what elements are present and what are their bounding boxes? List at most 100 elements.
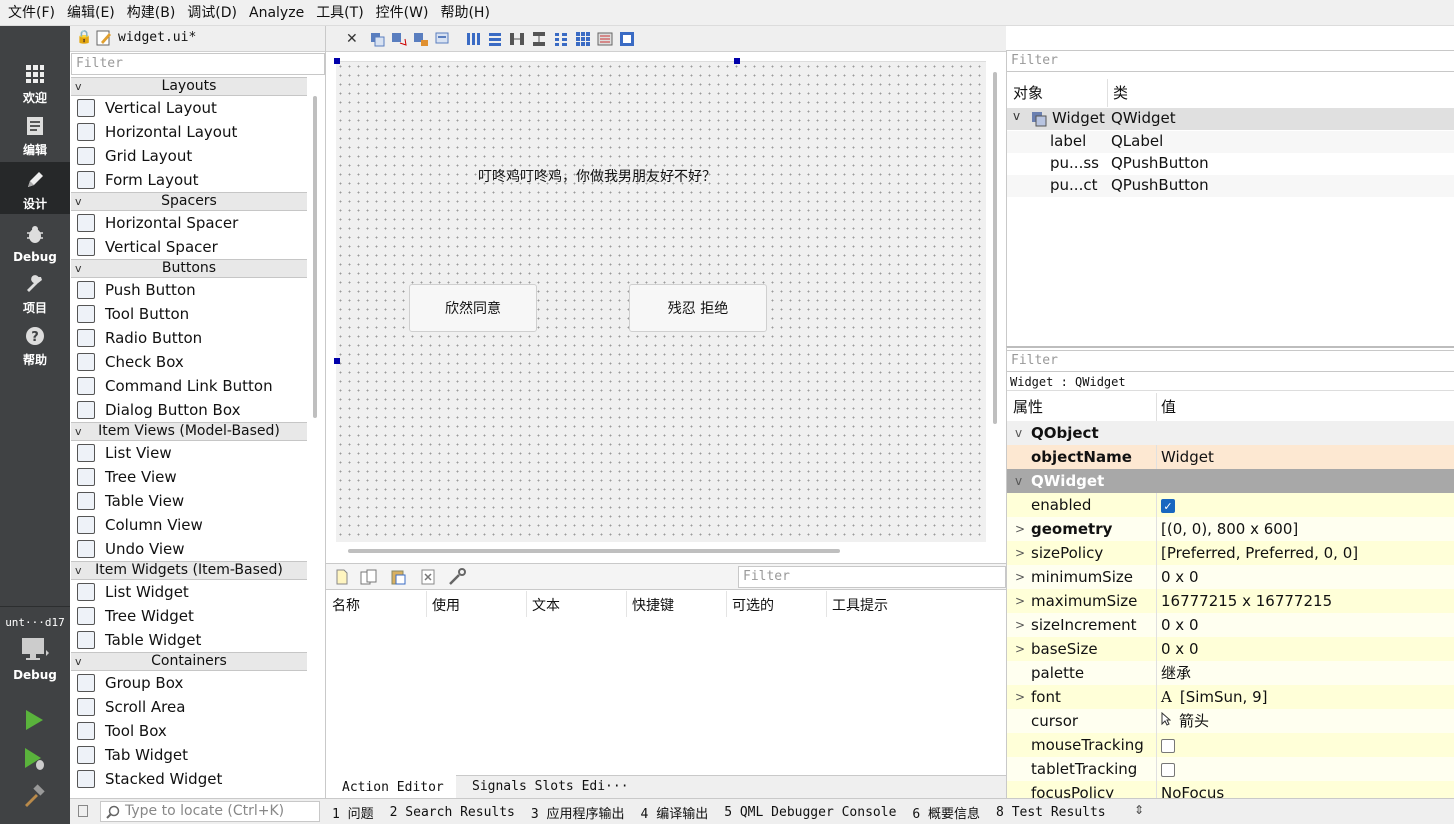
output-pane-button[interactable]: 2 Search Results bbox=[390, 805, 515, 820]
chevron-right-icon[interactable]: > bbox=[1015, 613, 1025, 637]
new-action-icon[interactable] bbox=[334, 569, 350, 585]
layout-form-icon[interactable] bbox=[553, 31, 569, 47]
menu-tools[interactable]: 工具(T) bbox=[310, 0, 369, 26]
widget-category-header[interactable]: v Containers bbox=[71, 652, 307, 671]
tree-row-widget[interactable]: v Widget QWidget bbox=[1007, 108, 1454, 130]
mode-design[interactable]: 设计 bbox=[0, 162, 70, 214]
output-pane-button[interactable]: 3 应用程序输出 bbox=[531, 803, 625, 822]
build-button[interactable] bbox=[22, 784, 46, 808]
tree-row-pushbutton[interactable]: pu...ct QPushButton bbox=[1007, 175, 1454, 197]
property-value[interactable]: [(0, 0), 800 x 600] bbox=[1161, 517, 1298, 541]
property-checkbox[interactable]: ✓ bbox=[1161, 498, 1175, 513]
widget-item[interactable]: Vertical Layout bbox=[71, 96, 307, 120]
property-row[interactable]: > minimumSize 0 x 0 bbox=[1007, 565, 1454, 589]
chevron-down-icon[interactable]: v bbox=[75, 423, 82, 440]
run-button[interactable] bbox=[22, 708, 46, 732]
adjust-size-icon[interactable] bbox=[619, 31, 635, 47]
mode-help[interactable]: ? 帮助 bbox=[0, 320, 70, 370]
property-row[interactable]: > sizeIncrement 0 x 0 bbox=[1007, 613, 1454, 637]
layout-horizontal-icon[interactable] bbox=[465, 31, 481, 47]
widget-category-header[interactable]: v Item Views (Model-Based) bbox=[71, 422, 307, 441]
property-row[interactable]: tabletTracking bbox=[1007, 757, 1454, 781]
widget-item[interactable]: Tool Box bbox=[71, 719, 307, 743]
panes-menu-icon[interactable]: ⇕ bbox=[1134, 803, 1144, 817]
action-column-header[interactable]: 快捷键 bbox=[632, 595, 674, 615]
chevron-right-icon[interactable]: > bbox=[1015, 637, 1025, 661]
monitor-icon[interactable] bbox=[20, 636, 50, 664]
widget-item[interactable]: Tab Widget bbox=[71, 743, 307, 767]
chevron-down-icon[interactable]: v bbox=[75, 193, 82, 210]
configure-icon[interactable] bbox=[448, 568, 468, 586]
output-pane-button[interactable]: 8 Test Results bbox=[996, 805, 1106, 820]
widget-item[interactable]: Form Layout bbox=[71, 168, 307, 192]
chevron-right-icon[interactable]: > bbox=[1015, 589, 1025, 613]
chevron-right-icon[interactable]: > bbox=[1015, 517, 1025, 541]
edit-buddies-icon[interactable] bbox=[413, 31, 429, 47]
property-row[interactable]: focusPolicy NoFocus bbox=[1007, 781, 1454, 798]
action-column-header[interactable]: 可选的 bbox=[732, 595, 774, 615]
output-pane-button[interactable]: 1 问题 bbox=[332, 803, 374, 822]
property-row[interactable]: mouseTracking bbox=[1007, 733, 1454, 757]
tab-signals-slots[interactable]: Signals Slots Edi··· bbox=[472, 776, 652, 798]
widget-item[interactable]: Horizontal Spacer bbox=[71, 211, 307, 235]
widget-item[interactable]: Table View bbox=[71, 489, 307, 513]
widget-category-header[interactable]: v Spacers bbox=[71, 192, 307, 211]
property-row[interactable]: enabled ✓ bbox=[1007, 493, 1454, 517]
debug-run-button[interactable] bbox=[22, 746, 48, 772]
widget-item[interactable]: Horizontal Layout bbox=[71, 120, 307, 144]
property-group-header[interactable]: v QObject bbox=[1007, 421, 1454, 445]
edit-tab-order-icon[interactable] bbox=[435, 31, 451, 47]
property-row[interactable]: cursor 箭头 bbox=[1007, 709, 1454, 733]
property-value[interactable]: NoFocus bbox=[1161, 781, 1224, 798]
locator-input[interactable]: Type to locate (Ctrl+K) bbox=[100, 801, 320, 822]
output-pane-button[interactable]: 6 概要信息 bbox=[912, 803, 980, 822]
widget-item[interactable]: List View bbox=[71, 441, 307, 465]
widget-category-header[interactable]: v Buttons bbox=[71, 259, 307, 278]
widget-item[interactable]: Tree View bbox=[71, 465, 307, 489]
property-checkbox[interactable] bbox=[1161, 738, 1175, 753]
menu-build[interactable]: 构建(B) bbox=[121, 0, 182, 26]
output-pane-button[interactable]: 4 编译输出 bbox=[641, 803, 709, 822]
layout-splitter-v-icon[interactable] bbox=[531, 31, 547, 47]
editor-hscrollbar[interactable] bbox=[348, 549, 840, 553]
widget-category-header[interactable]: v Layouts bbox=[71, 77, 307, 96]
file-tab-name[interactable]: widget.ui* bbox=[118, 30, 196, 45]
chevron-right-icon[interactable]: > bbox=[1015, 685, 1025, 709]
property-value[interactable]: Widget bbox=[1161, 445, 1214, 469]
property-row[interactable]: objectName Widget bbox=[1007, 445, 1454, 469]
property-row[interactable]: > geometry [(0, 0), 800 x 600] bbox=[1007, 517, 1454, 541]
property-value[interactable]: 0 x 0 bbox=[1161, 613, 1199, 637]
property-value[interactable]: 继承 bbox=[1161, 661, 1191, 685]
form-label[interactable]: 叮咚鸡叮咚鸡，你做我男朋友好不好？ bbox=[478, 166, 716, 186]
widget-item[interactable]: Command Link Button bbox=[71, 374, 307, 398]
widget-item[interactable]: Column View bbox=[71, 513, 307, 537]
resize-handle[interactable] bbox=[334, 58, 340, 64]
mode-projects[interactable]: 项目 bbox=[0, 268, 70, 318]
action-column-header[interactable]: 文本 bbox=[532, 595, 560, 615]
widget-item[interactable]: Table Widget bbox=[71, 628, 307, 652]
property-value[interactable] bbox=[1161, 757, 1175, 781]
chevron-right-icon[interactable]: > bbox=[1015, 541, 1025, 565]
widget-item[interactable]: Dialog Button Box bbox=[71, 398, 307, 422]
chevron-down-icon[interactable]: v bbox=[1013, 109, 1020, 123]
mode-edit[interactable]: 编辑 bbox=[0, 110, 70, 160]
menu-edit[interactable]: 编辑(E) bbox=[61, 0, 121, 26]
widget-box-scrollbar[interactable] bbox=[313, 96, 317, 418]
layout-grid-icon[interactable] bbox=[575, 31, 591, 47]
tree-row-pushbutton[interactable]: pu...ss QPushButton bbox=[1007, 153, 1454, 175]
widget-item[interactable]: Undo View bbox=[71, 537, 307, 561]
property-checkbox[interactable] bbox=[1161, 762, 1175, 777]
chevron-down-icon[interactable]: v bbox=[75, 562, 82, 579]
widget-category-header[interactable]: v Item Widgets (Item-Based) bbox=[71, 561, 307, 580]
mode-welcome[interactable]: 欢迎 bbox=[0, 58, 70, 108]
menu-file[interactable]: 文件(F) bbox=[2, 0, 61, 26]
chevron-down-icon[interactable]: v bbox=[75, 653, 82, 670]
reject-push-button[interactable]: 残忍 拒绝 bbox=[629, 284, 767, 332]
edit-signals-icon[interactable] bbox=[391, 31, 407, 47]
property-row[interactable]: > baseSize 0 x 0 bbox=[1007, 637, 1454, 661]
col-value-header[interactable]: 值 bbox=[1161, 393, 1176, 421]
property-value[interactable]: A [SimSun, 9] bbox=[1161, 685, 1267, 709]
break-layout-icon[interactable] bbox=[597, 31, 613, 47]
output-pane-button[interactable]: 5 QML Debugger Console bbox=[724, 805, 896, 820]
editor-vscrollbar[interactable] bbox=[993, 72, 997, 424]
